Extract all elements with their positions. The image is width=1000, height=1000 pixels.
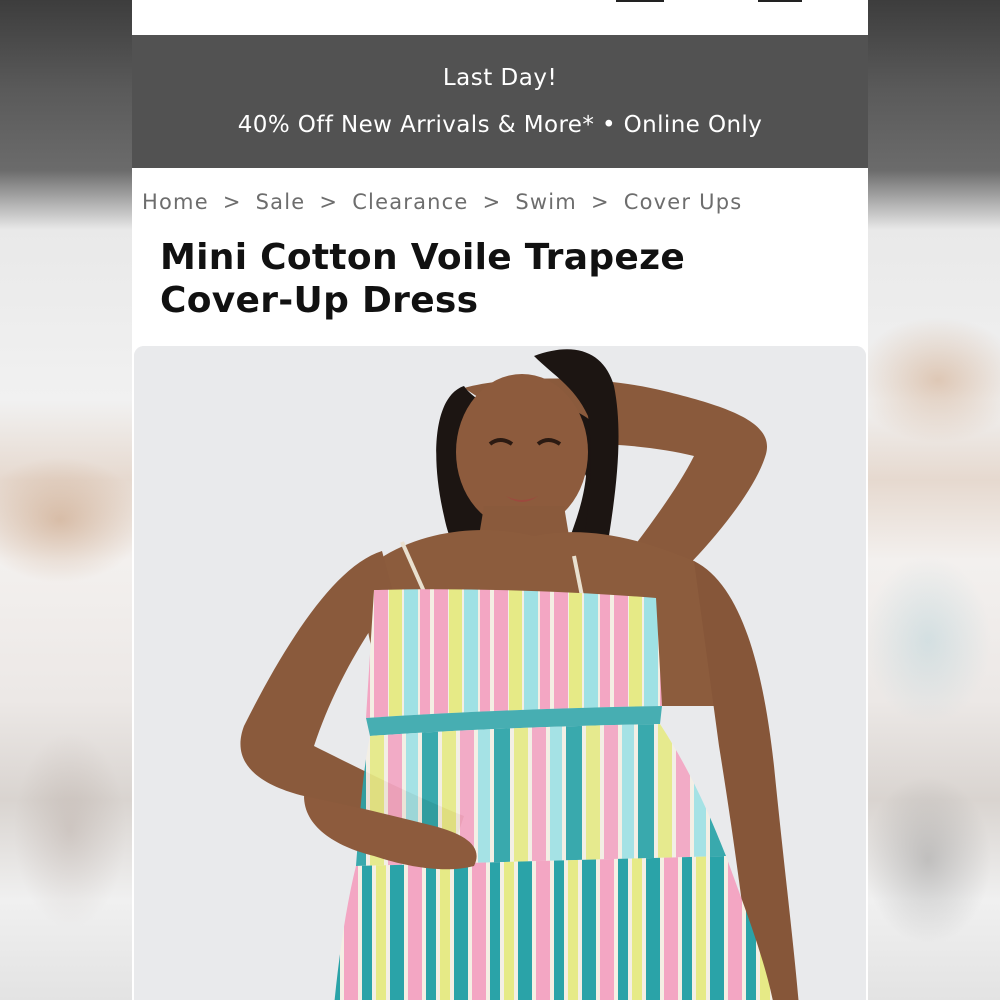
breadcrumb-cover-ups[interactable]: Cover Ups <box>624 190 743 214</box>
nav-underline-icon[interactable] <box>616 0 664 2</box>
blurred-backdrop-right <box>868 0 1000 1000</box>
blurred-backdrop-left <box>0 0 132 1000</box>
promo-banner[interactable]: Last Day! 40% Off New Arrivals & More* •… <box>132 35 868 168</box>
breadcrumb-clearance[interactable]: Clearance <box>352 190 468 214</box>
breadcrumb-swim[interactable]: Swim <box>515 190 577 214</box>
promo-subtitle: 40% Off New Arrivals & More* • Online On… <box>237 112 763 138</box>
product-image[interactable] <box>134 346 866 1000</box>
promo-title: Last Day! <box>442 65 558 91</box>
mobile-page: Last Day! 40% Off New Arrivals & More* •… <box>132 0 868 1000</box>
breadcrumb: Home > Sale > Clearance > Swim > Cover U… <box>142 187 742 217</box>
top-nav-bar <box>132 0 868 35</box>
page-title-line-1: Mini Cotton Voile Trapeze <box>160 237 686 278</box>
product-photo-icon <box>134 346 866 1000</box>
breadcrumb-separator: > <box>222 190 242 214</box>
breadcrumb-separator: > <box>319 190 339 214</box>
page-title: Mini Cotton Voile Trapeze Cover-Up Dress <box>160 236 780 322</box>
breadcrumb-home[interactable]: Home <box>142 190 209 214</box>
breadcrumb-separator: > <box>590 190 610 214</box>
breadcrumb-separator: > <box>482 190 502 214</box>
page-title-line-2: Cover-Up Dress <box>160 280 479 321</box>
nav-underline-icon[interactable] <box>758 0 802 2</box>
breadcrumb-sale[interactable]: Sale <box>256 190 306 214</box>
